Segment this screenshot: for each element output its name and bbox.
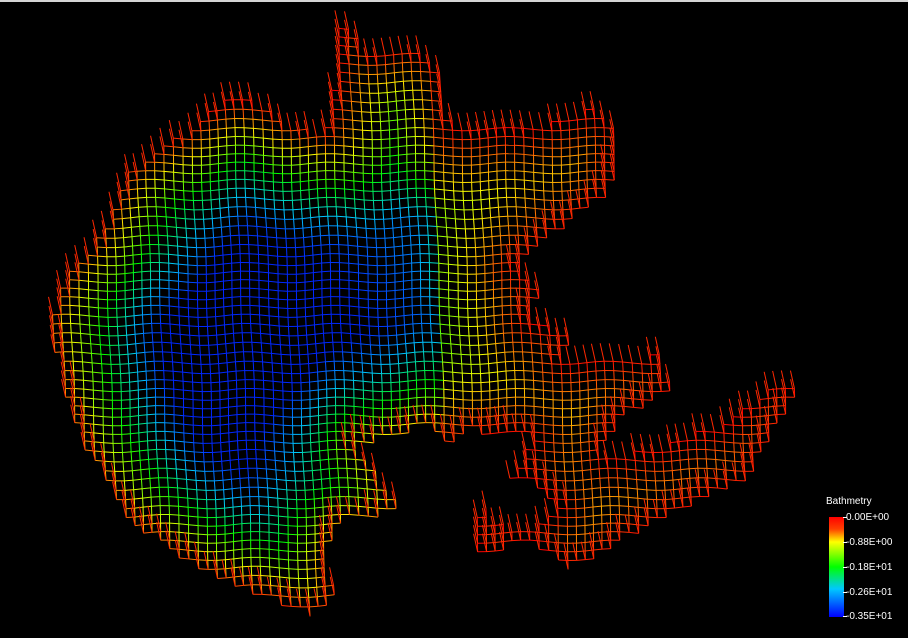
legend-color-bar xyxy=(829,517,844,617)
legend-label-2: -0.18E+01 xyxy=(846,562,893,573)
bathymetry-viewport[interactable]: Bathmetry 0.00E+00 -0.88E+00 -0.18E+01 -… xyxy=(0,2,908,638)
bathymetry-mesh[interactable] xyxy=(0,2,908,638)
legend-label-0: 0.00E+00 xyxy=(846,512,890,523)
legend-label-1: -0.88E+00 xyxy=(846,537,893,548)
legend-title: Bathmetry xyxy=(826,496,872,507)
colorbar-legend: Bathmetry 0.00E+00 -0.88E+00 -0.18E+01 -… xyxy=(826,496,906,626)
legend-label-3: -0.26E+01 xyxy=(846,587,893,598)
mesh-lines xyxy=(48,10,796,617)
legend-label-4: -0.35E+01 xyxy=(846,611,893,622)
